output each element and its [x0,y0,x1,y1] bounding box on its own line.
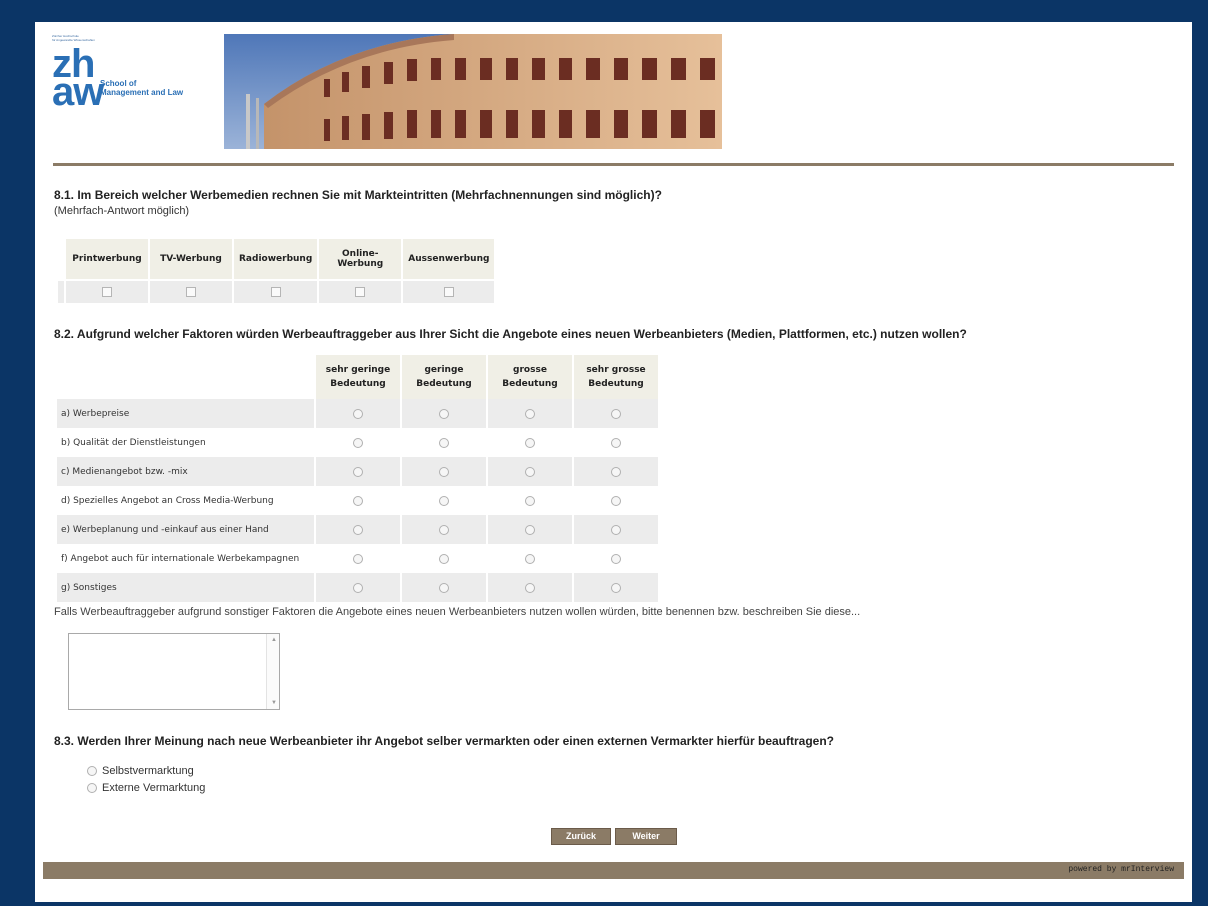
radio-button[interactable] [87,766,97,777]
scroll-up-icon[interactable]: ▲ [271,637,277,643]
radio-button[interactable] [611,408,621,419]
question-8-1-subtitle: (Mehrfach-Antwort möglich) [54,205,190,217]
page-header: Zürcher Hochschule für Angewandte Wissen… [35,22,1192,162]
radio-button[interactable] [439,437,449,448]
option-label: Externe Vermarktung [102,782,206,794]
radio-button[interactable] [353,495,363,506]
radio-button[interactable] [439,495,449,506]
radio-button[interactable] [611,524,621,535]
radio-button[interactable] [353,466,363,477]
checkbox-radiowerbung[interactable] [270,286,281,297]
radio-button[interactable] [611,553,621,564]
radio-button[interactable] [439,553,449,564]
column-header-sehr-grosse: sehr grosse Bedeutung [574,355,658,399]
radio-button[interactable] [525,524,535,535]
header-divider [53,163,1174,166]
next-button[interactable]: Weiter [615,828,677,845]
radio-button[interactable] [439,408,449,419]
table-row: c) Medienangebot bzw. -mix [57,457,658,486]
radio-button[interactable] [353,582,363,593]
radio-button[interactable] [525,437,535,448]
radio-button[interactable] [525,466,535,477]
question-8-1-grid: Printwerbung TV-Werbung Radiowerbung Onl… [56,237,496,305]
zhaw-logo: Zürcher Hochschule für Angewandte Wissen… [52,34,232,114]
radio-button[interactable] [439,466,449,477]
back-button[interactable]: Zurück [551,828,611,845]
checkbox-online-werbung[interactable] [355,286,366,297]
checkbox-row [58,281,495,303]
footer-bar: powered by mrInterview [43,862,1184,879]
table-row: f) Angebot auch für internationale Werbe… [57,544,658,573]
column-header-sehr-geringe: sehr geringe Bedeutung [316,355,400,399]
row-label: e) Werbeplanung und -einkauf aus einer H… [57,515,314,544]
building-banner-image [224,34,722,149]
radio-button[interactable] [353,408,363,419]
option-externe-vermarktung[interactable]: Externe Vermarktung [87,782,205,794]
row-label: f) Angebot auch für internationale Werbe… [61,553,300,564]
checkbox-aussenwerbung[interactable] [443,286,454,297]
column-header-radiowerbung: Radiowerbung [234,239,318,279]
textarea-scrollbar[interactable]: ▲ ▼ [266,634,279,709]
table-row: b) Qualität der Dienstleistungen [57,428,658,457]
table-row: d) Spezielles Angebot an Cross Media-Wer… [57,486,658,515]
radio-button[interactable] [611,466,621,477]
table-row: a) Werbepreise [57,399,658,428]
scroll-down-icon[interactable]: ▼ [271,700,277,706]
logo-school-name: School of Management and Law [100,79,184,97]
radio-button[interactable] [525,495,535,506]
table-row: e) Werbeplanung und -einkauf aus einer H… [57,515,658,544]
question-8-2-grid: sehr geringe Bedeutung geringe Bedeutung g… [55,355,660,602]
powered-by-label: powered by mrInterview [1068,865,1174,874]
column-header-grosse: grosse Bedeutung [488,355,572,399]
radio-button[interactable] [353,553,363,564]
option-label: Selbstvermarktung [102,765,194,777]
radio-button[interactable] [439,524,449,535]
option-selbstvermarktung[interactable]: Selbstvermarktung [87,765,194,777]
checkbox-printwerbung[interactable] [102,286,112,297]
radio-button[interactable] [353,437,363,448]
checkbox-tv-werbung[interactable] [186,286,196,297]
question-8-2-title: 8.2. Aufgrund welcher Faktoren würden We… [54,327,967,341]
row-label: b) Qualität der Dienstleistungen [61,437,206,448]
radio-button[interactable] [87,783,97,794]
column-header-online-werbung: Online- Werbung [319,239,402,279]
column-header-tv-werbung: TV-Werbung [150,239,232,279]
other-factors-prompt: Falls Werbeauftraggeber aufgrund sonstig… [54,606,861,618]
row-label: d) Spezielles Angebot an Cross Media-Wer… [61,495,274,506]
question-8-1-title: 8.1. Im Bereich welcher Werbemedien rech… [54,188,662,202]
logo-mark: zh aw [52,42,104,114]
row-label: a) Werbepreise [57,399,314,428]
other-factors-textarea[interactable]: ▲ ▼ [68,633,280,710]
survey-page: Zürcher Hochschule für Angewandte Wissen… [35,22,1192,902]
radio-button[interactable] [611,437,621,448]
question-8-3-title: 8.3. Werden Ihrer Meinung nach neue Werb… [54,734,834,748]
column-header-printwerbung: Printwerbung [66,239,148,279]
radio-button[interactable] [525,582,535,593]
row-label: c) Medienangebot bzw. -mix [57,457,314,486]
column-header-geringe: geringe Bedeutung [402,355,486,399]
column-header-aussenwerbung: Aussenwerbung [403,239,495,279]
radio-button[interactable] [525,408,535,419]
row-label: g) Sonstiges [57,573,314,602]
radio-button[interactable] [611,495,621,506]
table-row: g) Sonstiges [57,573,658,602]
radio-button[interactable] [439,582,449,593]
radio-button[interactable] [525,553,535,564]
radio-button[interactable] [353,524,363,535]
radio-button[interactable] [611,582,621,593]
